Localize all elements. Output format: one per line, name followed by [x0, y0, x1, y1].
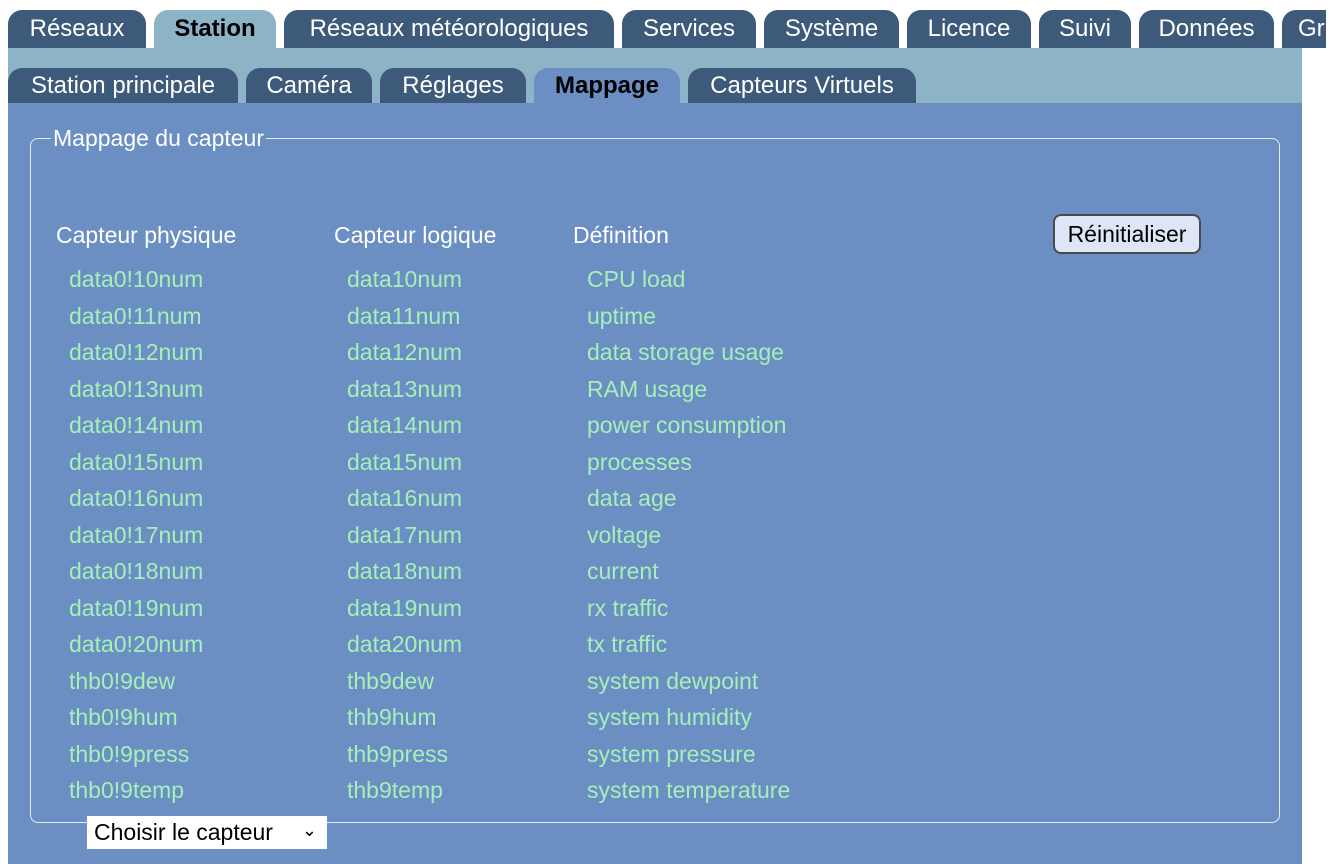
tab-systeme[interactable]: Système: [764, 10, 899, 48]
physical-sensor-link[interactable]: thb0!9hum: [69, 704, 178, 731]
physical-sensor-link[interactable]: data0!14num: [69, 412, 203, 439]
header-logical-sensor: Capteur logique: [334, 222, 497, 248]
sub-tab-bar: Station principale Caméra Réglages Mappa…: [8, 48, 1302, 103]
tab-licence[interactable]: Licence: [907, 10, 1031, 48]
sensor-definition[interactable]: processes: [587, 449, 692, 476]
logical-sensor-link[interactable]: data11num: [347, 303, 460, 330]
tab-mappage[interactable]: Mappage: [534, 68, 680, 103]
sensor-definition[interactable]: current: [587, 558, 659, 585]
reset-button[interactable]: Réinitialiser: [1053, 214, 1201, 254]
logical-sensor-link[interactable]: thb9dew: [347, 668, 434, 695]
sensor-definition[interactable]: data storage usage: [587, 339, 784, 366]
header-definition: Définition: [573, 222, 669, 248]
sensor-definition[interactable]: data age: [587, 485, 677, 512]
tab-donnees[interactable]: Données: [1139, 10, 1274, 48]
tab-reseaux-meteorologiques[interactable]: Réseaux météorologiques: [284, 10, 614, 48]
logical-sensor-link[interactable]: data13num: [347, 376, 462, 403]
sensor-definition[interactable]: uptime: [587, 303, 656, 330]
sensor-definition[interactable]: voltage: [587, 522, 661, 549]
tab-station-principale[interactable]: Station principale: [8, 68, 238, 103]
logical-sensor-link[interactable]: data14num: [347, 412, 462, 439]
sensor-definition[interactable]: CPU load: [587, 266, 685, 293]
logical-sensor-link[interactable]: data17num: [347, 522, 462, 549]
sensor-definition[interactable]: system dewpoint: [587, 668, 758, 695]
logical-sensor-link[interactable]: data20num: [347, 631, 462, 658]
sensor-definition[interactable]: system temperature: [587, 777, 790, 804]
tab-reglages[interactable]: Réglages: [380, 68, 526, 103]
physical-sensor-link[interactable]: data0!11num: [69, 303, 202, 330]
sensor-definition[interactable]: tx traffic: [587, 631, 667, 658]
tab-gr[interactable]: Gr: [1282, 10, 1326, 48]
physical-sensor-link[interactable]: data0!10num: [69, 266, 203, 293]
sensor-definition[interactable]: power consumption: [587, 412, 786, 439]
sensor-definition[interactable]: RAM usage: [587, 376, 707, 403]
tab-suivi[interactable]: Suivi: [1039, 10, 1131, 48]
tab-reseaux[interactable]: Réseaux: [8, 10, 146, 48]
sensor-definition[interactable]: system humidity: [587, 704, 752, 731]
logical-sensor-link[interactable]: data15num: [347, 449, 462, 476]
logical-sensor-link[interactable]: data10num: [347, 266, 462, 293]
physical-sensor-link[interactable]: data0!19num: [69, 595, 203, 622]
tab-station[interactable]: Station: [154, 10, 276, 48]
physical-sensor-link[interactable]: data0!13num: [69, 376, 203, 403]
logical-sensor-link[interactable]: thb9press: [347, 741, 448, 768]
tab-camera[interactable]: Caméra: [246, 68, 372, 103]
sensor-definition[interactable]: rx traffic: [587, 595, 668, 622]
sensor-mapping-fieldset: Mappage du capteur Capteur physique Capt…: [30, 125, 1280, 849]
physical-sensor-link[interactable]: data0!18num: [69, 558, 203, 585]
physical-sensor-link[interactable]: thb0!9dew: [69, 668, 175, 695]
logical-sensor-link[interactable]: thb9temp: [347, 777, 443, 804]
physical-sensor-link[interactable]: data0!17num: [69, 522, 203, 549]
fieldset-legend: Mappage du capteur: [53, 125, 264, 151]
main-tab-bar: Réseaux Station Réseaux météorologiques …: [0, 10, 1336, 48]
physical-sensor-link[interactable]: data0!16num: [69, 485, 203, 512]
physical-sensor-link[interactable]: thb0!9press: [69, 741, 189, 768]
logical-sensor-link[interactable]: data18num: [347, 558, 462, 585]
logical-sensor-link[interactable]: data16num: [347, 485, 462, 512]
sensor-select-value: Choisir le capteur: [94, 819, 273, 845]
physical-sensor-link[interactable]: thb0!9temp: [69, 777, 184, 804]
logical-sensor-link[interactable]: data19num: [347, 595, 462, 622]
sensor-select[interactable]: Choisir le capteur ⌄: [87, 816, 327, 849]
tab-services[interactable]: Services: [622, 10, 756, 48]
physical-sensor-link[interactable]: data0!15num: [69, 449, 203, 476]
chevron-down-icon: ⌄: [301, 820, 317, 840]
physical-sensor-link[interactable]: data0!12num: [69, 339, 203, 366]
content-panel: Mappage du capteur Capteur physique Capt…: [8, 103, 1302, 864]
sensor-definition[interactable]: system pressure: [587, 741, 756, 768]
physical-sensor-link[interactable]: data0!20num: [69, 631, 203, 658]
logical-sensor-link[interactable]: data12num: [347, 339, 462, 366]
tab-capteurs-virtuels[interactable]: Capteurs Virtuels: [688, 68, 916, 103]
header-physical-sensor: Capteur physique: [56, 222, 237, 248]
logical-sensor-link[interactable]: thb9hum: [347, 704, 437, 731]
